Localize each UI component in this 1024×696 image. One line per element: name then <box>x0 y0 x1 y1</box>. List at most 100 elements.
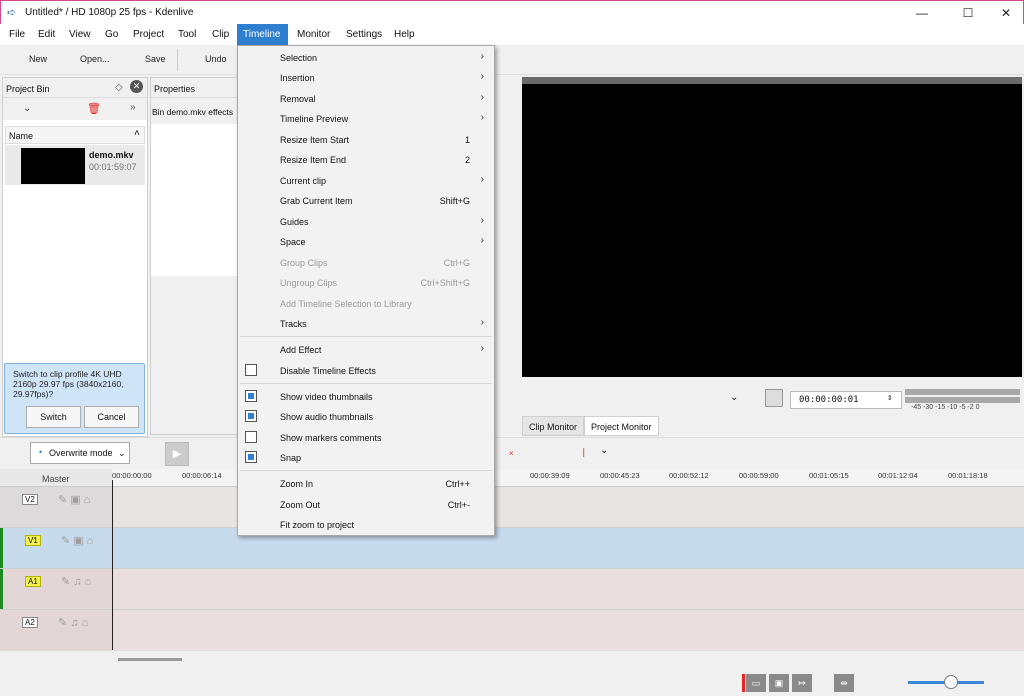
monitor-overlay-icon[interactable] <box>765 389 783 407</box>
menu-timeline[interactable]: Timeline <box>237 24 288 45</box>
timecode-spinner-icon[interactable]: ⇕ <box>887 393 892 403</box>
fit-icon[interactable]: ⇹ <box>834 674 854 692</box>
menu-item-grab-item[interactable]: Grab Current Item Shift+G <box>238 191 494 211</box>
maximize-icon[interactable]: ☐ <box>953 3 983 23</box>
chevron-down-icon[interactable]: ⌄ <box>23 103 31 114</box>
menu-shortcut: Ctrl++ <box>445 479 470 489</box>
minimize-icon[interactable]: — <box>907 3 937 23</box>
monitor-screen[interactable] <box>522 77 1022 377</box>
overwrite-mode-select[interactable]: • Overwrite mode ⌄ <box>30 442 130 464</box>
menu-item-tracks[interactable]: Tracks › <box>238 314 494 334</box>
checkbox-unchecked-icon[interactable] <box>245 364 257 376</box>
menu-item-label: Tracks <box>280 319 307 329</box>
menu-item-show-markers-comments[interactable]: Show markers comments <box>238 428 494 448</box>
menu-item-snap[interactable]: Snap <box>238 448 494 468</box>
checkbox-checked-icon[interactable] <box>245 410 257 422</box>
tab-clip-monitor[interactable]: Clip Monitor <box>522 416 585 436</box>
menu-item-current-clip[interactable]: Current clip › <box>238 171 494 191</box>
menu-item-label: Guides <box>280 217 309 227</box>
menu-tool[interactable]: Tool <box>172 24 202 45</box>
ruler-tick: 00:00:45:23 <box>600 471 640 480</box>
track-tools-icon[interactable]: ✎▣⌂ <box>58 493 93 506</box>
checkbox-unchecked-icon[interactable] <box>245 431 257 443</box>
menu-item-label: Disable Timeline Effects <box>280 366 376 376</box>
menu-item-resize-start[interactable]: Resize Item Start 1 <box>238 130 494 150</box>
track-a1[interactable]: A1 ✎♫⌂ <box>0 569 1024 610</box>
menu-monitor[interactable]: Monitor <box>291 24 336 45</box>
menu-view[interactable]: View <box>63 24 97 45</box>
master-label: Master <box>42 474 70 484</box>
master-header[interactable]: Master <box>0 469 112 487</box>
red-x-icon[interactable]: × <box>509 449 514 458</box>
menu-file[interactable]: File <box>3 24 31 45</box>
menu-item-disable-timeline-effects[interactable]: Disable Timeline Effects <box>238 361 494 381</box>
save-button[interactable]: Save <box>145 54 166 64</box>
menu-item-removal[interactable]: Removal › <box>238 89 494 109</box>
menu-item-resize-end[interactable]: Resize Item End 2 <box>238 150 494 170</box>
close-icon[interactable]: ✕ <box>991 3 1021 23</box>
menu-item-group-clips[interactable]: Group Clips Ctrl+G <box>238 253 494 273</box>
track-a2[interactable]: A2 ✎♫⌂ <box>0 610 1024 651</box>
submenu-arrow-icon: › <box>480 71 484 82</box>
open-button[interactable]: Open... <box>80 54 110 64</box>
insert-icon[interactable]: ↦ <box>792 674 812 692</box>
track-tools-icon[interactable]: ✎▣⌂ <box>61 534 96 547</box>
track-v1[interactable]: V1 ✎▣⌂ <box>0 528 1024 569</box>
playhead[interactable] <box>112 480 113 650</box>
menu-item-add-selection-library[interactable]: Add Timeline Selection to Library <box>238 294 494 314</box>
timeline-scrollbar[interactable] <box>118 658 182 661</box>
bin-clip-item[interactable]: demo.mkv 00:01:59:07 <box>5 145 145 185</box>
checkbox-checked-icon[interactable] <box>245 451 257 463</box>
menu-item-timeline-preview[interactable]: Timeline Preview › <box>238 109 494 129</box>
record-marker-icon[interactable]: ❘ <box>580 447 588 458</box>
menu-go[interactable]: Go <box>99 24 124 45</box>
track-v2[interactable]: V2 ✎▣⌂ <box>0 487 1024 528</box>
menu-item-show-audio-thumbnails[interactable]: Show audio thumbnails <box>238 407 494 427</box>
close-panel-icon[interactable]: ✕ <box>130 80 143 93</box>
menu-item-label: Zoom In <box>280 479 314 489</box>
overwrite-mode-icon[interactable]: ▭ <box>746 674 766 692</box>
menu-item-zoom-out[interactable]: Zoom Out Ctrl+- <box>238 495 494 515</box>
zoom-slider-handle[interactable] <box>944 675 958 689</box>
menu-item-guides[interactable]: Guides › <box>238 212 494 232</box>
window-title: Untitled* / HD 1080p 25 fps - Kdenlive <box>25 7 194 18</box>
play-icon[interactable]: ▶ <box>165 442 189 466</box>
menu-item-add-effect[interactable]: Add Effect › <box>238 340 494 360</box>
toolbar-chevron-down-icon[interactable]: ⌄ <box>600 445 608 456</box>
switch-button[interactable]: Switch <box>26 406 81 428</box>
tab-project-monitor[interactable]: Project Monitor <box>584 416 659 436</box>
film-icon[interactable]: ▣ <box>769 674 789 692</box>
menu-item-fit-zoom[interactable]: Fit zoom to project <box>238 515 494 535</box>
menu-item-label: Removal <box>280 94 316 104</box>
track-tools-icon[interactable]: ✎♫⌂ <box>61 575 94 588</box>
menu-item-space[interactable]: Space › <box>238 232 494 252</box>
menu-item-insertion[interactable]: Insertion › <box>238 68 494 88</box>
sort-up-icon[interactable]: ˄ <box>134 128 140 139</box>
menu-edit[interactable]: Edit <box>32 24 61 45</box>
menu-item-zoom-in[interactable]: Zoom In Ctrl++ <box>238 474 494 494</box>
menu-item-selection[interactable]: Selection › <box>238 48 494 68</box>
track-tools-icon[interactable]: ✎♫⌂ <box>58 616 91 629</box>
menu-project[interactable]: Project <box>127 24 170 45</box>
menu-clip[interactable]: Clip <box>206 24 235 45</box>
cancel-button[interactable]: Cancel <box>84 406 139 428</box>
submenu-arrow-icon: › <box>480 174 484 185</box>
delete-icon[interactable]: 🗑 <box>87 102 101 115</box>
menu-item-label: Fit zoom to project <box>280 520 355 530</box>
menu-help[interactable]: Help <box>388 24 421 45</box>
monitor-timecode[interactable]: 00:00:00:01 ⇕ <box>790 391 902 409</box>
menu-settings[interactable]: Settings <box>340 24 388 45</box>
timecode-value: 00:00:00:01 <box>799 395 859 405</box>
ruler-tick: 00:01:18:18 <box>948 471 988 480</box>
bin-column-header[interactable]: Name ˄ <box>5 126 145 144</box>
menu-item-ungroup-clips[interactable]: Ungroup Clips Ctrl+Shift+G <box>238 273 494 293</box>
float-icon[interactable]: ◇ <box>115 82 123 93</box>
menu-item-label: Snap <box>280 453 302 463</box>
menu-item-label: Zoom Out <box>280 500 321 510</box>
new-button[interactable]: New <box>29 54 47 64</box>
monitor-chevron-down-icon[interactable]: ⌄ <box>730 392 738 403</box>
more-icon[interactable]: » <box>130 102 136 113</box>
undo-button[interactable]: Undo <box>205 54 227 64</box>
menu-item-show-video-thumbnails[interactable]: Show video thumbnails <box>238 387 494 407</box>
checkbox-checked-icon[interactable] <box>245 390 257 402</box>
